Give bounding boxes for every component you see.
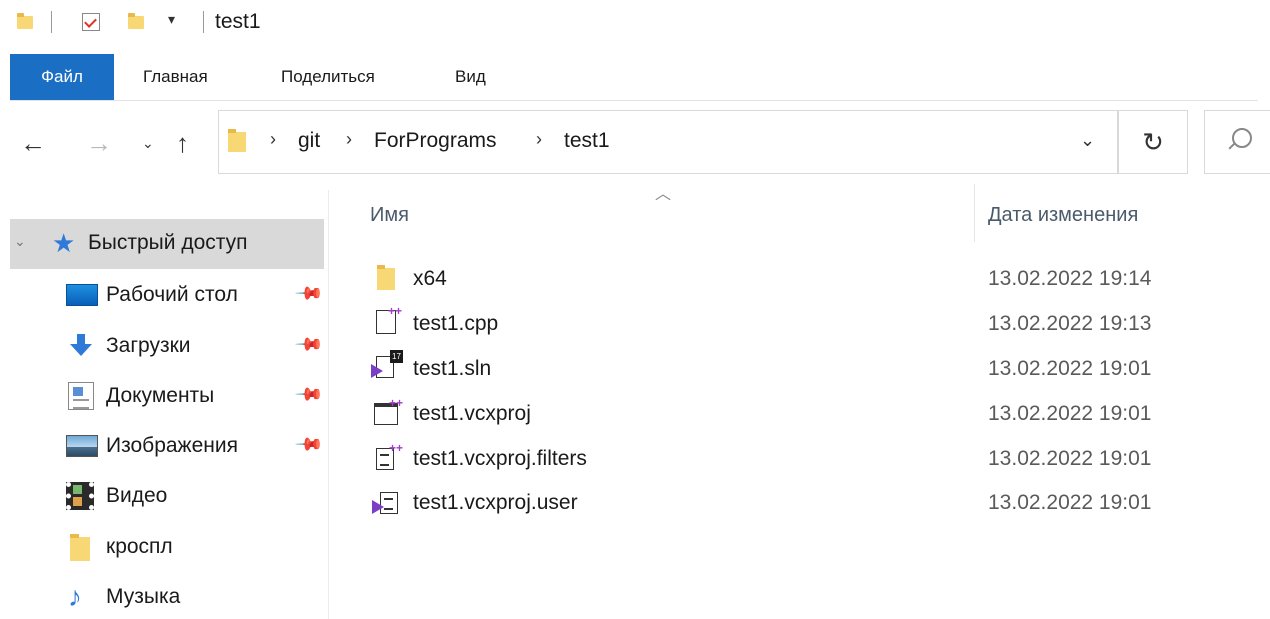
folder-icon bbox=[17, 13, 33, 29]
desktop-icon bbox=[66, 284, 98, 306]
pictures-icon bbox=[66, 435, 98, 457]
window-title: test1 bbox=[215, 10, 261, 33]
sidebar-item-video[interactable] bbox=[66, 478, 324, 514]
visual-studio-icon bbox=[372, 500, 384, 514]
folder-icon bbox=[228, 129, 246, 152]
sidebar-item-label: Изображения bbox=[106, 434, 238, 457]
breadcrumb-chevron-icon[interactable]: › bbox=[346, 129, 352, 150]
sidebar-divider bbox=[328, 190, 329, 619]
sidebar-item-label: Рабочий стол bbox=[106, 283, 238, 306]
address-history-chevron-icon[interactable]: ⌄ bbox=[1080, 130, 1095, 151]
column-divider[interactable] bbox=[974, 184, 975, 242]
refresh-icon: ↻ bbox=[1142, 126, 1164, 157]
plus-badge-icon: ++ bbox=[388, 304, 403, 318]
breadcrumb-chevron-icon[interactable]: › bbox=[270, 129, 276, 150]
download-icon bbox=[70, 334, 92, 358]
breadcrumb-forprograms[interactable]: ForPrograms bbox=[374, 129, 497, 153]
column-header-date[interactable]: Дата изменения bbox=[988, 204, 1138, 227]
folder-icon bbox=[377, 265, 395, 290]
column-header-name[interactable]: Имя bbox=[370, 204, 409, 227]
tab-home[interactable]: Главная bbox=[143, 54, 208, 100]
version-badge: 17 bbox=[390, 350, 403, 363]
file-name[interactable]: test1.vcxproj.filters bbox=[413, 447, 587, 471]
tab-view[interactable]: Вид bbox=[455, 54, 486, 100]
tab-share[interactable]: Поделиться bbox=[281, 54, 375, 100]
address-bar[interactable] bbox=[218, 110, 1118, 174]
recent-locations-chevron-icon[interactable]: ⌄ bbox=[142, 126, 154, 160]
up-arrow-icon[interactable]: ↑ bbox=[176, 126, 189, 160]
file-date: 13.02.2022 19:01 bbox=[988, 447, 1152, 470]
toolbar-separator bbox=[203, 11, 204, 33]
forward-arrow-icon[interactable]: → bbox=[86, 126, 112, 160]
music-icon: ♪ bbox=[68, 581, 82, 612]
breadcrumb-test1[interactable]: test1 bbox=[564, 129, 610, 153]
search-icon bbox=[1232, 128, 1252, 148]
toolbar-separator bbox=[51, 11, 52, 33]
sort-ascending-icon: ︿ bbox=[655, 186, 672, 203]
file-name[interactable]: test1.vcxproj.user bbox=[413, 491, 578, 515]
breadcrumb-chevron-icon[interactable]: › bbox=[536, 129, 542, 150]
file-name[interactable]: test1.vcxproj bbox=[413, 402, 531, 426]
sidebar-item-music[interactable] bbox=[66, 578, 324, 614]
sidebar-item-label: кроспл bbox=[106, 535, 173, 558]
plus-badge-icon: ++ bbox=[389, 441, 404, 455]
plus-badge-icon: ++ bbox=[389, 396, 404, 410]
file-name[interactable]: x64 bbox=[413, 267, 447, 291]
customize-toolbar-chevron-icon[interactable]: ▾ bbox=[168, 11, 175, 28]
new-folder-icon[interactable] bbox=[128, 13, 144, 29]
file-name[interactable]: test1.sln bbox=[413, 357, 491, 381]
breadcrumb-git[interactable]: git bbox=[298, 129, 320, 153]
collapse-chevron-icon[interactable]: ⌄ bbox=[14, 233, 26, 250]
ribbon-divider bbox=[10, 100, 1258, 101]
documents-icon bbox=[68, 382, 94, 410]
file-date: 13.02.2022 19:01 bbox=[988, 491, 1152, 514]
sidebar-item-krospl[interactable] bbox=[66, 528, 324, 564]
file-date: 13.02.2022 19:01 bbox=[988, 402, 1152, 425]
sidebar-item-label: Музыка bbox=[106, 585, 181, 608]
visual-studio-icon bbox=[371, 364, 383, 378]
refresh-button[interactable]: ↻ bbox=[1118, 110, 1188, 174]
file-date: 13.02.2022 19:14 bbox=[988, 267, 1152, 290]
sidebar-item-label: Загрузки bbox=[106, 334, 191, 357]
tab-file[interactable]: Файл bbox=[10, 54, 114, 100]
folder-icon bbox=[70, 534, 90, 561]
properties-check-icon[interactable] bbox=[82, 13, 100, 31]
quick-access-label: Быстрый доступ bbox=[88, 231, 248, 254]
sidebar-item-label: Документы bbox=[106, 384, 215, 407]
video-icon bbox=[66, 482, 94, 510]
file-name[interactable]: test1.cpp bbox=[413, 312, 498, 336]
sidebar-item-label: Видео bbox=[106, 484, 168, 507]
file-date: 13.02.2022 19:01 bbox=[988, 357, 1152, 380]
file-date: 13.02.2022 19:13 bbox=[988, 312, 1152, 335]
back-arrow-icon[interactable]: ← bbox=[20, 126, 46, 160]
sidebar-item-downloads[interactable] bbox=[66, 328, 324, 364]
star-icon: ★ bbox=[52, 228, 76, 258]
